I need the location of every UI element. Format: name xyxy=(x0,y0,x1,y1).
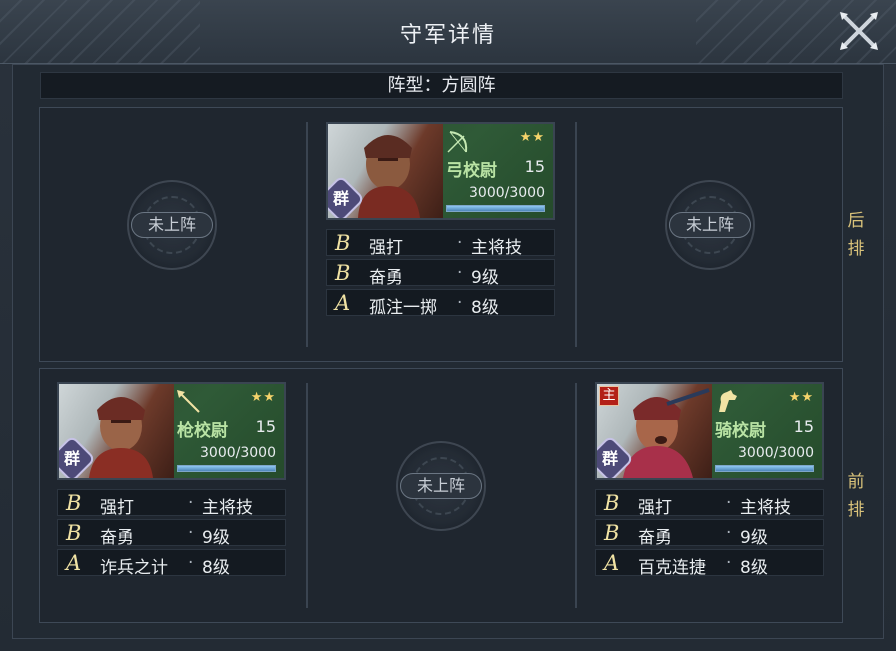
title-bar: 守军详情 xyxy=(0,0,896,64)
skill-row[interactable]: A 孤注一掷 · 8级 xyxy=(326,289,555,318)
hp-text: 3000/3000 xyxy=(200,445,276,461)
star-rating: ★★ xyxy=(250,390,276,405)
skill-row[interactable]: B 奋勇 · 9级 xyxy=(326,259,555,288)
hp-bar xyxy=(715,465,814,472)
hp-text: 3000/3000 xyxy=(469,185,545,201)
spear-icon xyxy=(177,390,200,413)
skill-row[interactable]: B 奋勇 · 9级 xyxy=(595,519,824,548)
hp-text: 3000/3000 xyxy=(738,445,814,461)
row-divider xyxy=(306,383,308,608)
empty-slot-label[interactable]: 未上阵 xyxy=(131,212,213,238)
row-divider xyxy=(306,122,308,347)
unit-name: 骑校尉 xyxy=(715,421,766,441)
star-rating: ★★ xyxy=(519,130,545,145)
back-row-label: 后排 xyxy=(847,211,865,259)
lord-badge: 主 xyxy=(599,386,619,406)
unit-card-cavalry[interactable]: 主 ★★ 骑校尉 15 3000/3000 群 xyxy=(595,382,824,480)
close-button[interactable] xyxy=(834,6,884,56)
unit-level: 15 xyxy=(793,417,814,436)
unit-name: 枪校尉 xyxy=(177,421,228,441)
star-rating: ★★ xyxy=(788,390,814,405)
skill-row[interactable]: B 奋勇 · 9级 xyxy=(57,519,286,548)
unit-card-spear[interactable]: ★★ 枪校尉 15 3000/3000 群 xyxy=(57,382,286,480)
empty-slot-label[interactable]: 未上阵 xyxy=(400,473,482,499)
formation-label: 阵型：方圆阵 xyxy=(40,72,843,99)
unit-name: 弓校尉 xyxy=(446,161,497,181)
unit-level: 15 xyxy=(524,157,545,176)
horse-icon xyxy=(719,390,737,412)
unit-level: 15 xyxy=(255,417,276,436)
skill-list-archer: B 强打 · 主将技 B 奋勇 · 9级 A 孤注一掷 · 8级 xyxy=(326,229,555,319)
skill-row[interactable]: A 百克连捷 · 8级 xyxy=(595,549,824,578)
front-row-label: 前排 xyxy=(847,472,865,520)
hp-bar xyxy=(177,465,276,472)
skill-row[interactable]: B 强打 · 主将技 xyxy=(57,489,286,518)
row-divider xyxy=(575,383,577,608)
close-icon xyxy=(840,12,878,50)
bow-icon xyxy=(447,131,468,153)
skill-row[interactable]: B 强打 · 主将技 xyxy=(326,229,555,258)
empty-slot-label[interactable]: 未上阵 xyxy=(669,212,751,238)
row-divider xyxy=(575,122,577,347)
hp-bar xyxy=(446,205,545,212)
skill-list-cavalry: B 强打 · 主将技 B 奋勇 · 9级 A 百克连捷 · 8级 xyxy=(595,489,824,579)
skill-row[interactable]: A 诈兵之计 · 8级 xyxy=(57,549,286,578)
skill-row[interactable]: B 强打 · 主将技 xyxy=(595,489,824,518)
unit-card-archer[interactable]: ★★ 弓校尉 15 3000/3000 群 xyxy=(326,122,555,220)
page-title: 守军详情 xyxy=(399,23,496,48)
skill-list-spear: B 强打 · 主将技 B 奋勇 · 9级 A 诈兵之计 · 8级 xyxy=(57,489,286,579)
